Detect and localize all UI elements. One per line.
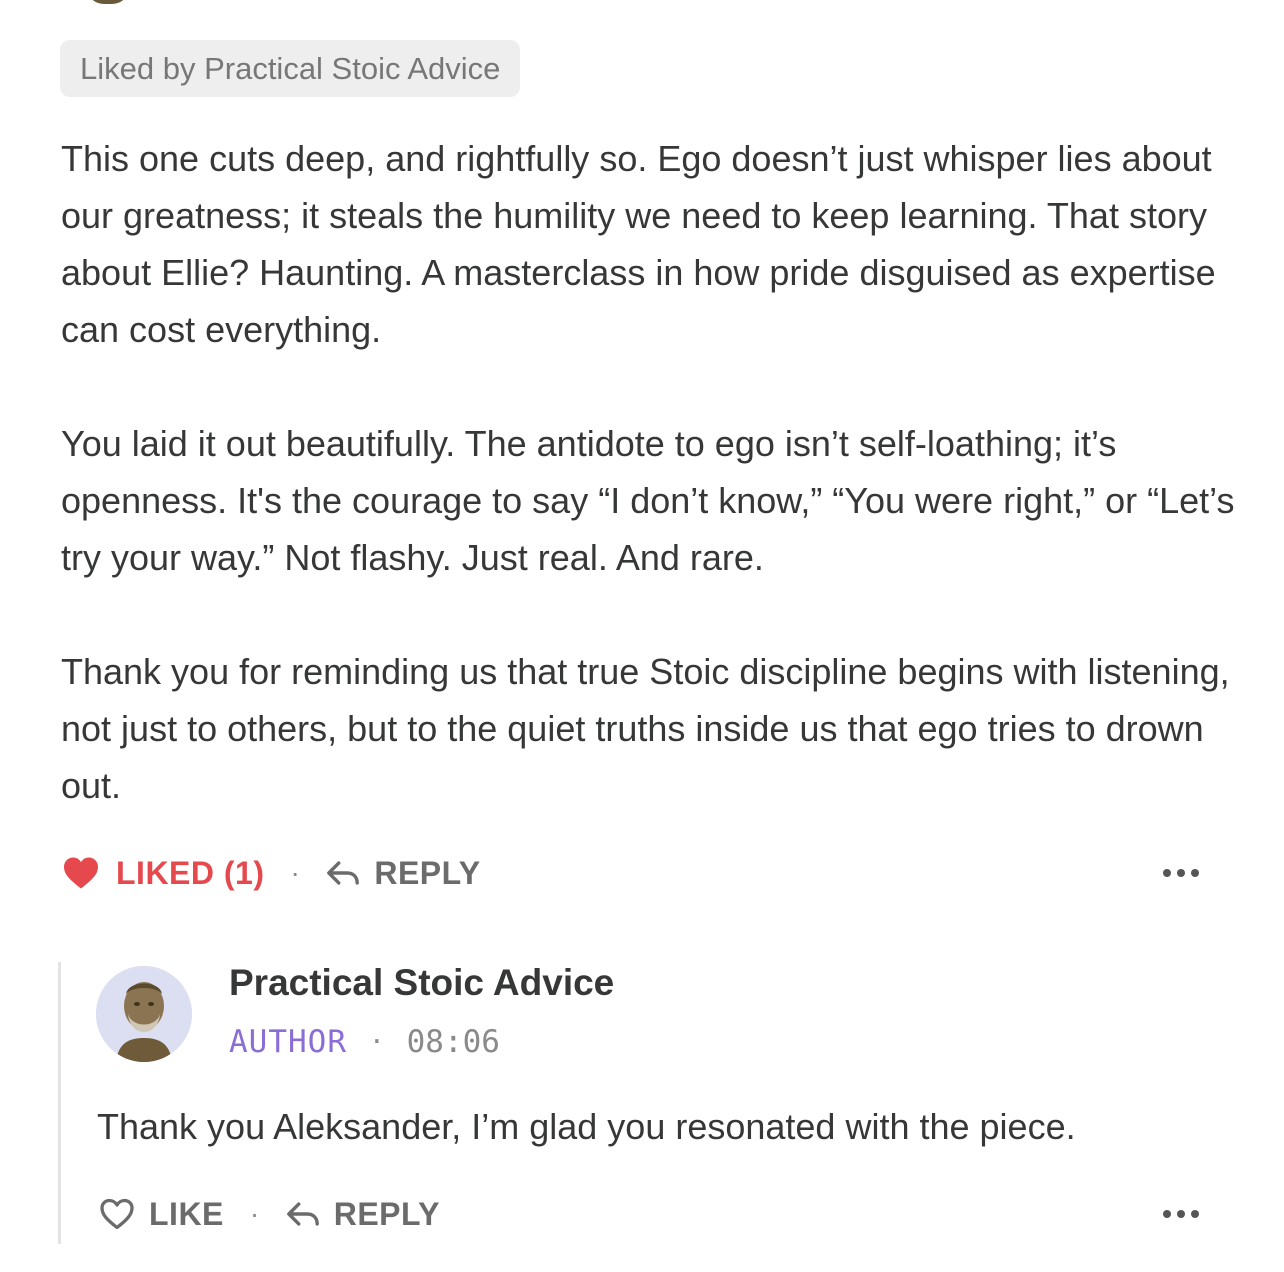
comment-paragraph: You laid it out beautifully. The antidot… — [61, 423, 1235, 578]
meta-separator: · — [368, 1027, 385, 1057]
timestamp[interactable]: 08:06 — [407, 1024, 500, 1060]
stoic-bust-avatar-image — [96, 966, 192, 1062]
liked-button[interactable]: LIKED (1) — [62, 855, 265, 892]
previous-avatar-fragment — [86, 0, 130, 4]
reply-actions: LIKE · REPLY — [99, 1189, 440, 1239]
action-separator: · — [249, 1198, 260, 1229]
reply-arrow-icon — [286, 1202, 319, 1226]
reply-label: REPLY — [333, 1195, 440, 1232]
comment-body: This one cuts deep, and rightfully so. E… — [61, 130, 1241, 814]
liked-by-badge: Liked by Practical Stoic Advice — [60, 40, 521, 97]
reply-button[interactable]: REPLY — [286, 1196, 440, 1233]
avatar[interactable] — [96, 966, 192, 1062]
reply-button[interactable]: REPLY — [326, 855, 480, 892]
heart-filled-icon — [64, 857, 98, 889]
like-label: LIKE — [149, 1195, 224, 1232]
author-badge: AUTHOR — [229, 1024, 347, 1060]
more-options-icon[interactable] — [1163, 1208, 1199, 1220]
heart-outline-icon — [100, 1198, 134, 1230]
reply-label: REPLY — [374, 854, 481, 891]
comment-actions: LIKED (1) · REPLY — [62, 848, 481, 898]
more-options-icon[interactable] — [1163, 867, 1199, 879]
reply-text: Thank you Aleksander, I’m glad you reson… — [97, 1106, 1076, 1147]
thread-line — [58, 962, 61, 1244]
reply-arrow-icon — [327, 861, 360, 885]
reply-meta: AUTHOR · 08:06 — [229, 1024, 500, 1060]
comment-paragraph: Thank you for reminding us that true Sto… — [61, 651, 1230, 806]
comment-paragraph: This one cuts deep, and rightfully so. E… — [61, 138, 1216, 350]
comment-thread: Liked by Practical Stoic Advice This one… — [0, 0, 1284, 1272]
like-button[interactable]: LIKE — [99, 1196, 224, 1233]
liked-label: LIKED (1) — [116, 854, 265, 891]
author-name[interactable]: Practical Stoic Advice — [229, 962, 614, 1004]
action-separator: · — [290, 857, 301, 888]
